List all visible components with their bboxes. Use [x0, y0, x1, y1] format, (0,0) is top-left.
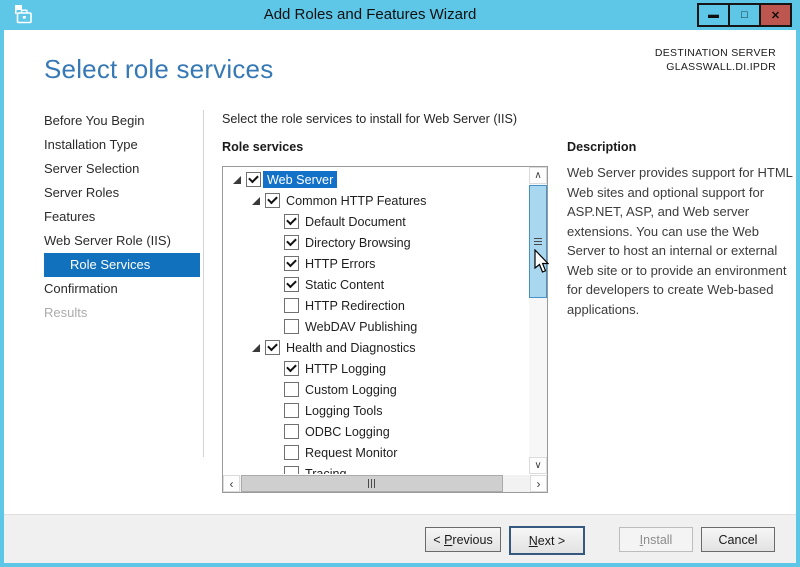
- sidebar-item-installation-type[interactable]: Installation Type: [44, 133, 200, 157]
- tree-row-tracing[interactable]: Tracing: [223, 463, 528, 474]
- close-button[interactable]: ✕: [759, 3, 792, 27]
- horizontal-scrollbar[interactable]: ‹ ›: [223, 475, 547, 492]
- checkbox-logging-tools[interactable]: [284, 403, 299, 418]
- tree-item-label: HTTP Redirection: [305, 299, 405, 313]
- server-manager-toolbox-icon: [12, 4, 34, 26]
- scrollbar-grip-icon: [368, 479, 376, 488]
- role-services-tree: Web Server Common HTTP Features Default Do…: [222, 166, 548, 493]
- sidebar-item-features[interactable]: Features: [44, 205, 200, 229]
- tree-item-label: WebDAV Publishing: [305, 320, 417, 334]
- wizard-footer: < Previous Next > Install Cancel: [4, 514, 796, 563]
- wizard-steps-sidebar: Before You BeginInstallation TypeServer …: [44, 109, 200, 325]
- sidebar-item-server-roles[interactable]: Server Roles: [44, 181, 200, 205]
- sidebar-item-role-services[interactable]: Role Services: [44, 253, 200, 277]
- checkbox-http-errors[interactable]: [284, 256, 299, 271]
- tree-row-static-content[interactable]: Static Content: [223, 274, 528, 295]
- vertical-scrollbar-thumb[interactable]: [529, 185, 547, 298]
- checkbox-tracing[interactable]: [284, 466, 299, 474]
- tree-item-label: Default Document: [305, 215, 406, 229]
- checkbox-http-logging[interactable]: [284, 361, 299, 376]
- checkbox-webdav-publishing[interactable]: [284, 319, 299, 334]
- wizard-body: Select role services DESTINATION SERVER …: [4, 30, 796, 515]
- tree-item-label: Common HTTP Features: [286, 194, 426, 208]
- tree-row-common-http-features[interactable]: Common HTTP Features: [223, 190, 528, 211]
- tree-row-custom-logging[interactable]: Custom Logging: [223, 379, 528, 400]
- horizontal-scrollbar-thumb[interactable]: [241, 475, 503, 492]
- destination-server-label: DESTINATION SERVER: [655, 46, 776, 60]
- titlebar: Add Roles and Features Wizard ▬ □ ✕: [0, 0, 800, 30]
- vertical-scrollbar[interactable]: ∧ ∨: [529, 167, 547, 474]
- tree-item-label: Static Content: [305, 278, 384, 292]
- checkbox-odbc-logging[interactable]: [284, 424, 299, 439]
- expand-triangle-icon[interactable]: [228, 176, 246, 184]
- previous-button[interactable]: < Previous: [425, 527, 501, 552]
- tree-row-directory-browsing[interactable]: Directory Browsing: [223, 232, 528, 253]
- scrollbar-grip-icon: [534, 237, 542, 245]
- install-button: Install: [619, 527, 693, 552]
- tree-item-label: Web Server: [263, 171, 337, 188]
- tree-item-label: Tracing: [305, 467, 347, 475]
- cancel-button[interactable]: Cancel: [701, 527, 775, 552]
- tree-item-label: Request Monitor: [305, 446, 397, 460]
- checkbox-common-http-features[interactable]: [265, 193, 280, 208]
- checkbox-default-document[interactable]: [284, 214, 299, 229]
- sidebar-divider: [203, 110, 204, 457]
- scroll-up-icon[interactable]: ∧: [529, 167, 547, 184]
- tree-row-web-server[interactable]: Web Server: [223, 169, 528, 190]
- tree-row-http-redirection[interactable]: HTTP Redirection: [223, 295, 528, 316]
- sidebar-item-before-you-begin[interactable]: Before You Begin: [44, 109, 200, 133]
- description-title: Description: [567, 140, 636, 154]
- mouse-cursor: [534, 249, 551, 279]
- tree-row-webdav-publishing[interactable]: WebDAV Publishing: [223, 316, 528, 337]
- checkbox-request-monitor[interactable]: [284, 445, 299, 460]
- tree-row-health-and-diagnostics[interactable]: Health and Diagnostics: [223, 337, 528, 358]
- checkbox-http-redirection[interactable]: [284, 298, 299, 313]
- tree-item-label: Health and Diagnostics: [286, 341, 416, 355]
- window-title: Add Roles and Features Wizard: [60, 0, 680, 30]
- page-title: Select role services: [44, 54, 273, 85]
- scroll-left-icon[interactable]: ‹: [223, 475, 240, 492]
- tree-item-label: Custom Logging: [305, 383, 397, 397]
- checkbox-directory-browsing[interactable]: [284, 235, 299, 250]
- maximize-button[interactable]: □: [728, 3, 761, 27]
- sidebar-item-confirmation[interactable]: Confirmation: [44, 277, 200, 301]
- minimize-button[interactable]: ▬: [697, 3, 730, 27]
- destination-server-name: GLASSWALL.DI.IPDR: [655, 60, 776, 74]
- expand-triangle-icon[interactable]: [247, 197, 265, 205]
- checkbox-health-and-diagnostics[interactable]: [265, 340, 280, 355]
- tree-rows: Web Server Common HTTP Features Default Do…: [223, 167, 528, 474]
- expand-triangle-icon[interactable]: [247, 344, 265, 352]
- sidebar-item-results: Results: [44, 301, 200, 325]
- tree-row-logging-tools[interactable]: Logging Tools: [223, 400, 528, 421]
- checkbox-custom-logging[interactable]: [284, 382, 299, 397]
- checkbox-web-server[interactable]: [246, 172, 261, 187]
- destination-server-block: DESTINATION SERVER GLASSWALL.DI.IPDR: [655, 46, 776, 74]
- tree-item-label: Directory Browsing: [305, 236, 411, 250]
- tree-row-http-logging[interactable]: HTTP Logging: [223, 358, 528, 379]
- tree-item-label: HTTP Errors: [305, 257, 375, 271]
- window-controls: ▬ □ ✕: [699, 3, 792, 27]
- next-button[interactable]: Next >: [509, 526, 585, 555]
- tree-row-http-errors[interactable]: HTTP Errors: [223, 253, 528, 274]
- tree-item-label: ODBC Logging: [305, 425, 390, 439]
- sidebar-item-server-selection[interactable]: Server Selection: [44, 157, 200, 181]
- tree-row-default-document[interactable]: Default Document: [223, 211, 528, 232]
- tree-row-odbc-logging[interactable]: ODBC Logging: [223, 421, 528, 442]
- instruction-text: Select the role services to install for …: [222, 112, 517, 126]
- description-text: Web Server provides support for HTML Web…: [567, 163, 795, 319]
- role-services-label: Role services: [222, 140, 303, 154]
- checkbox-static-content[interactable]: [284, 277, 299, 292]
- tree-item-label: Logging Tools: [305, 404, 383, 418]
- sidebar-item-web-server-role-iis[interactable]: Web Server Role (IIS): [44, 229, 200, 253]
- wizard-window: Add Roles and Features Wizard ▬ □ ✕ Sele…: [0, 0, 800, 567]
- scroll-right-icon[interactable]: ›: [530, 475, 547, 492]
- tree-row-request-monitor[interactable]: Request Monitor: [223, 442, 528, 463]
- scroll-down-icon[interactable]: ∨: [529, 457, 547, 474]
- tree-item-label: HTTP Logging: [305, 362, 386, 376]
